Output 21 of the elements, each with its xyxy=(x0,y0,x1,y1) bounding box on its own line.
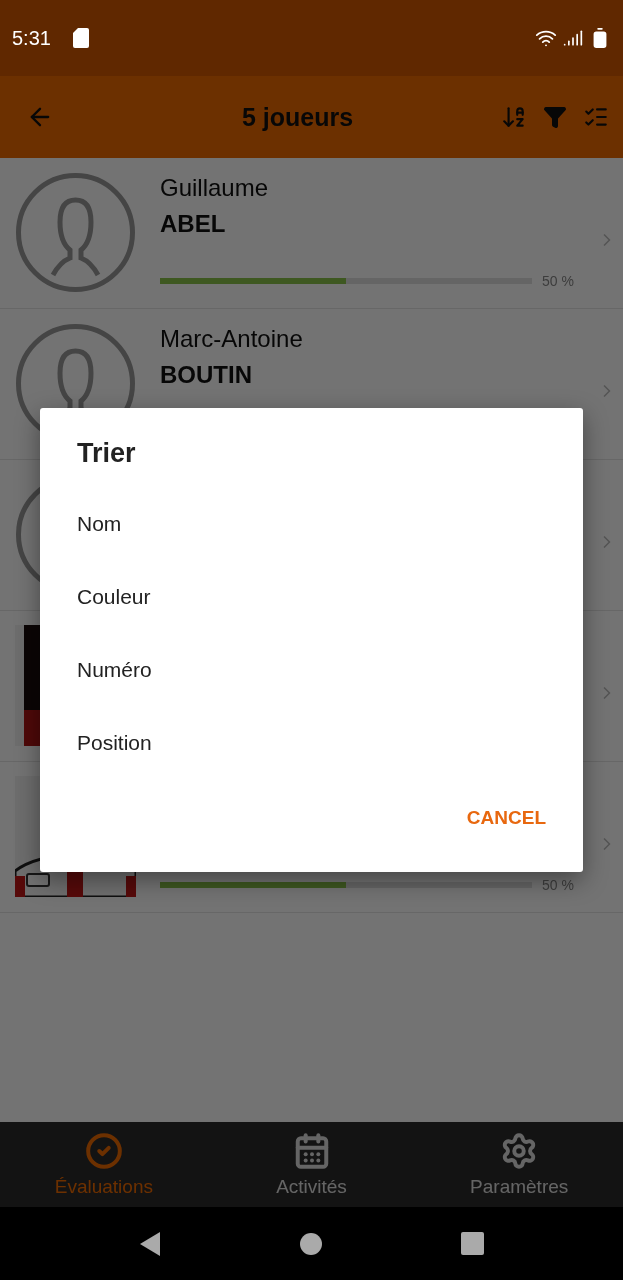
check-circle-icon xyxy=(84,1131,123,1170)
signal-icon xyxy=(563,28,583,48)
last-name: BOUTIN xyxy=(160,361,253,389)
screen-title: 5 joueurs xyxy=(240,102,355,132)
sort-option[interactable]: Position xyxy=(77,706,152,779)
sort-option[interactable]: Numéro xyxy=(77,633,152,706)
back-nav-icon xyxy=(139,1230,162,1257)
status-time: 5:31 xyxy=(12,26,51,50)
sort-az-icon[interactable] xyxy=(501,104,527,130)
avatar-icon xyxy=(15,172,136,293)
last-name: ABEL xyxy=(160,210,227,238)
sd-card-icon xyxy=(72,28,89,48)
nav-tab[interactable]: Paramètres xyxy=(415,1122,623,1207)
first-name: Guillaume xyxy=(160,174,270,202)
cancel-button[interactable]: CANCEL xyxy=(466,799,546,837)
home-nav-icon xyxy=(300,1232,322,1255)
recents-nav-icon xyxy=(460,1232,484,1255)
sort-option[interactable]: Couleur xyxy=(77,560,151,633)
filter-icon[interactable] xyxy=(543,105,567,129)
first-name: Marc-Antoine xyxy=(160,325,304,353)
nav-tab[interactable]: Activités xyxy=(207,1122,416,1207)
